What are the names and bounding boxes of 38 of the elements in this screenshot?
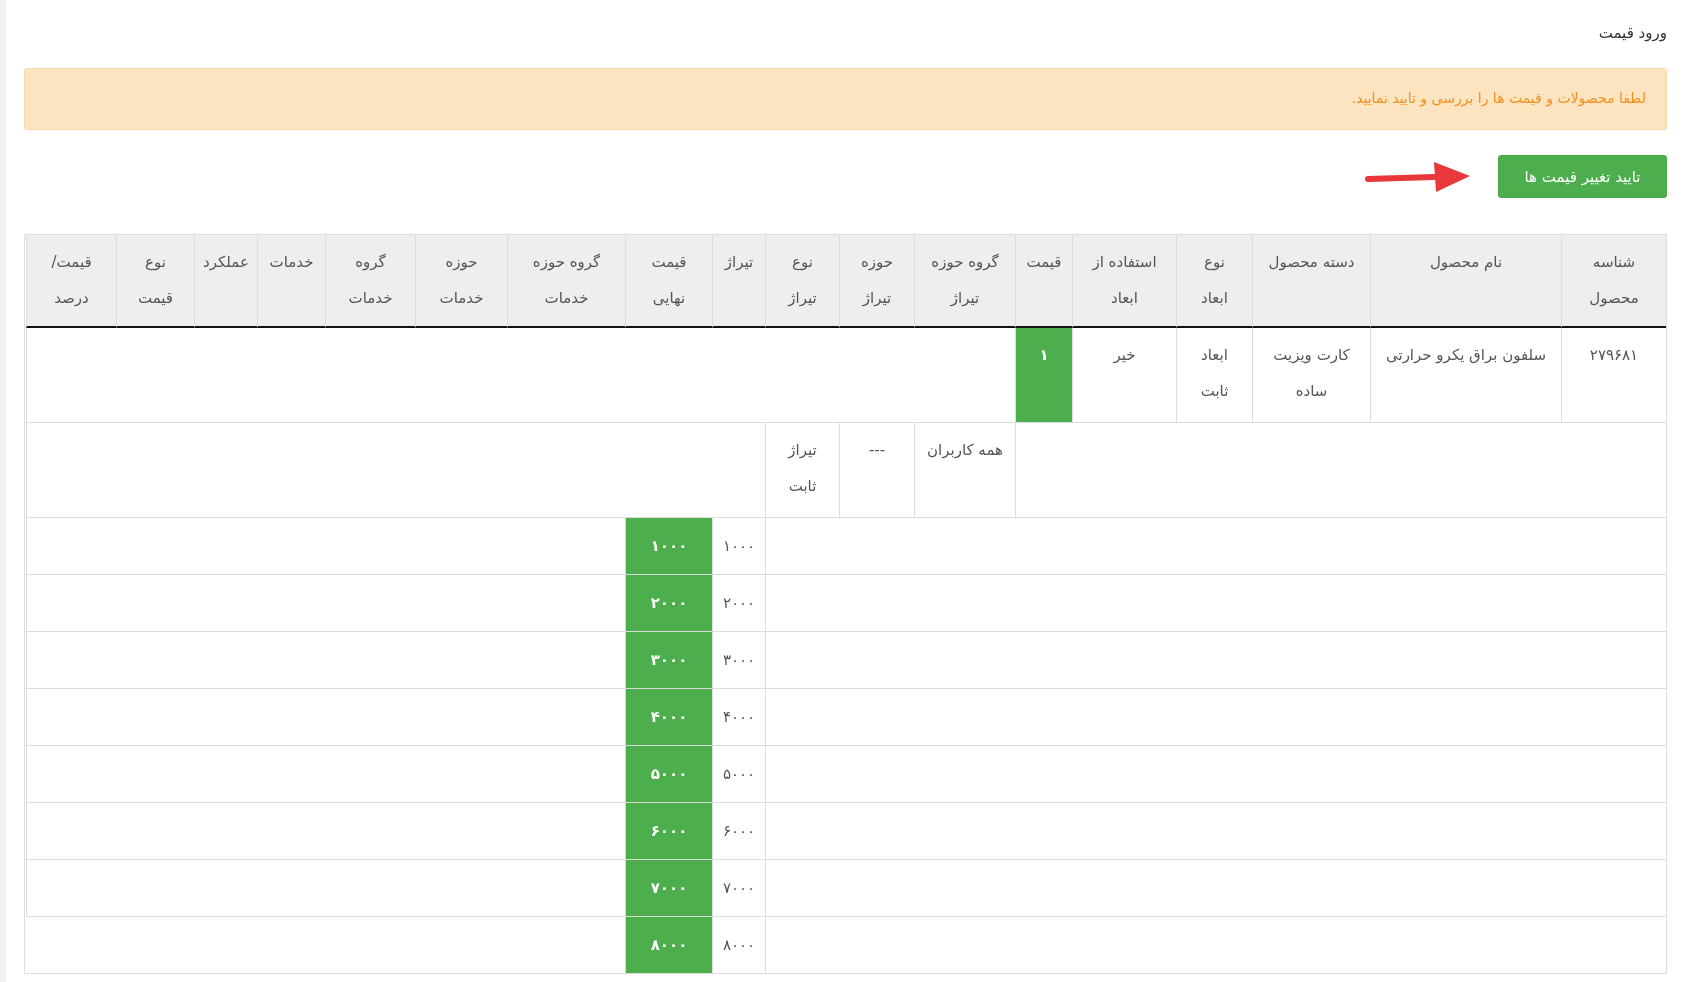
column-header: تیراژ bbox=[712, 235, 765, 328]
price-cell: ۸۰۰۰ bbox=[625, 917, 712, 974]
column-header: گروه حوزه خدمات bbox=[507, 235, 625, 328]
price-cell: ۵۰۰۰ bbox=[625, 746, 712, 803]
column-header: حوزه خدمات bbox=[415, 235, 507, 328]
price-cell: ۶۰۰۰ bbox=[625, 803, 712, 860]
confirm-prices-button[interactable]: تایید تغییر قیمت ها bbox=[1498, 155, 1667, 198]
column-header: شناسه محصول bbox=[1561, 235, 1666, 328]
price-cell: ۴۰۰۰ bbox=[625, 689, 712, 746]
table-cell: --- bbox=[839, 423, 914, 518]
table-cell: سلفون براق یکرو حرارتی bbox=[1370, 328, 1561, 423]
column-header: قیمت bbox=[1015, 235, 1072, 328]
table-cell: ابعاد ثابت bbox=[1176, 328, 1252, 423]
column-header: خدمات bbox=[257, 235, 325, 328]
column-header: نوع تیراژ bbox=[765, 235, 839, 328]
price-cell: ۷۰۰۰ bbox=[625, 860, 712, 917]
alert-message: لطفا محصولات و قیمت ها را بررسی و تایید نمایید. bbox=[24, 68, 1667, 130]
arrow-icon bbox=[1364, 159, 1472, 194]
column-header: گروه حوزه تیراژ bbox=[914, 235, 1015, 328]
price-cell: ۲۰۰۰ bbox=[625, 575, 712, 632]
column-header: قیمت نهایی bbox=[625, 235, 712, 328]
column-header: نوع قیمت bbox=[116, 235, 194, 328]
price-cell: ۱ bbox=[1015, 328, 1072, 423]
table-cell: ۲۷۹۶۸۱ bbox=[1561, 328, 1666, 423]
price-cell: ۱۰۰۰ bbox=[625, 518, 712, 575]
column-header: دسته محصول bbox=[1252, 235, 1370, 328]
table-cell: تیراژ ثابت bbox=[765, 423, 839, 518]
column-header: نوع ابعاد bbox=[1176, 235, 1252, 328]
column-header: نام محصول bbox=[1370, 235, 1561, 328]
price-cell: ۳۰۰۰ bbox=[625, 632, 712, 689]
table-cell: همه کاربران bbox=[914, 423, 1015, 518]
column-header: استفاده از ابعاد bbox=[1072, 235, 1176, 328]
column-header: گروه خدمات bbox=[325, 235, 415, 328]
table-cell: کارت ویزیت ساده bbox=[1252, 328, 1370, 423]
column-header: قیمت/ درصد bbox=[26, 235, 116, 328]
column-header: عملکرد bbox=[194, 235, 257, 328]
column-header: حوزه تیراژ bbox=[839, 235, 914, 328]
page-title: ورود قیمت bbox=[1598, 24, 1667, 44]
